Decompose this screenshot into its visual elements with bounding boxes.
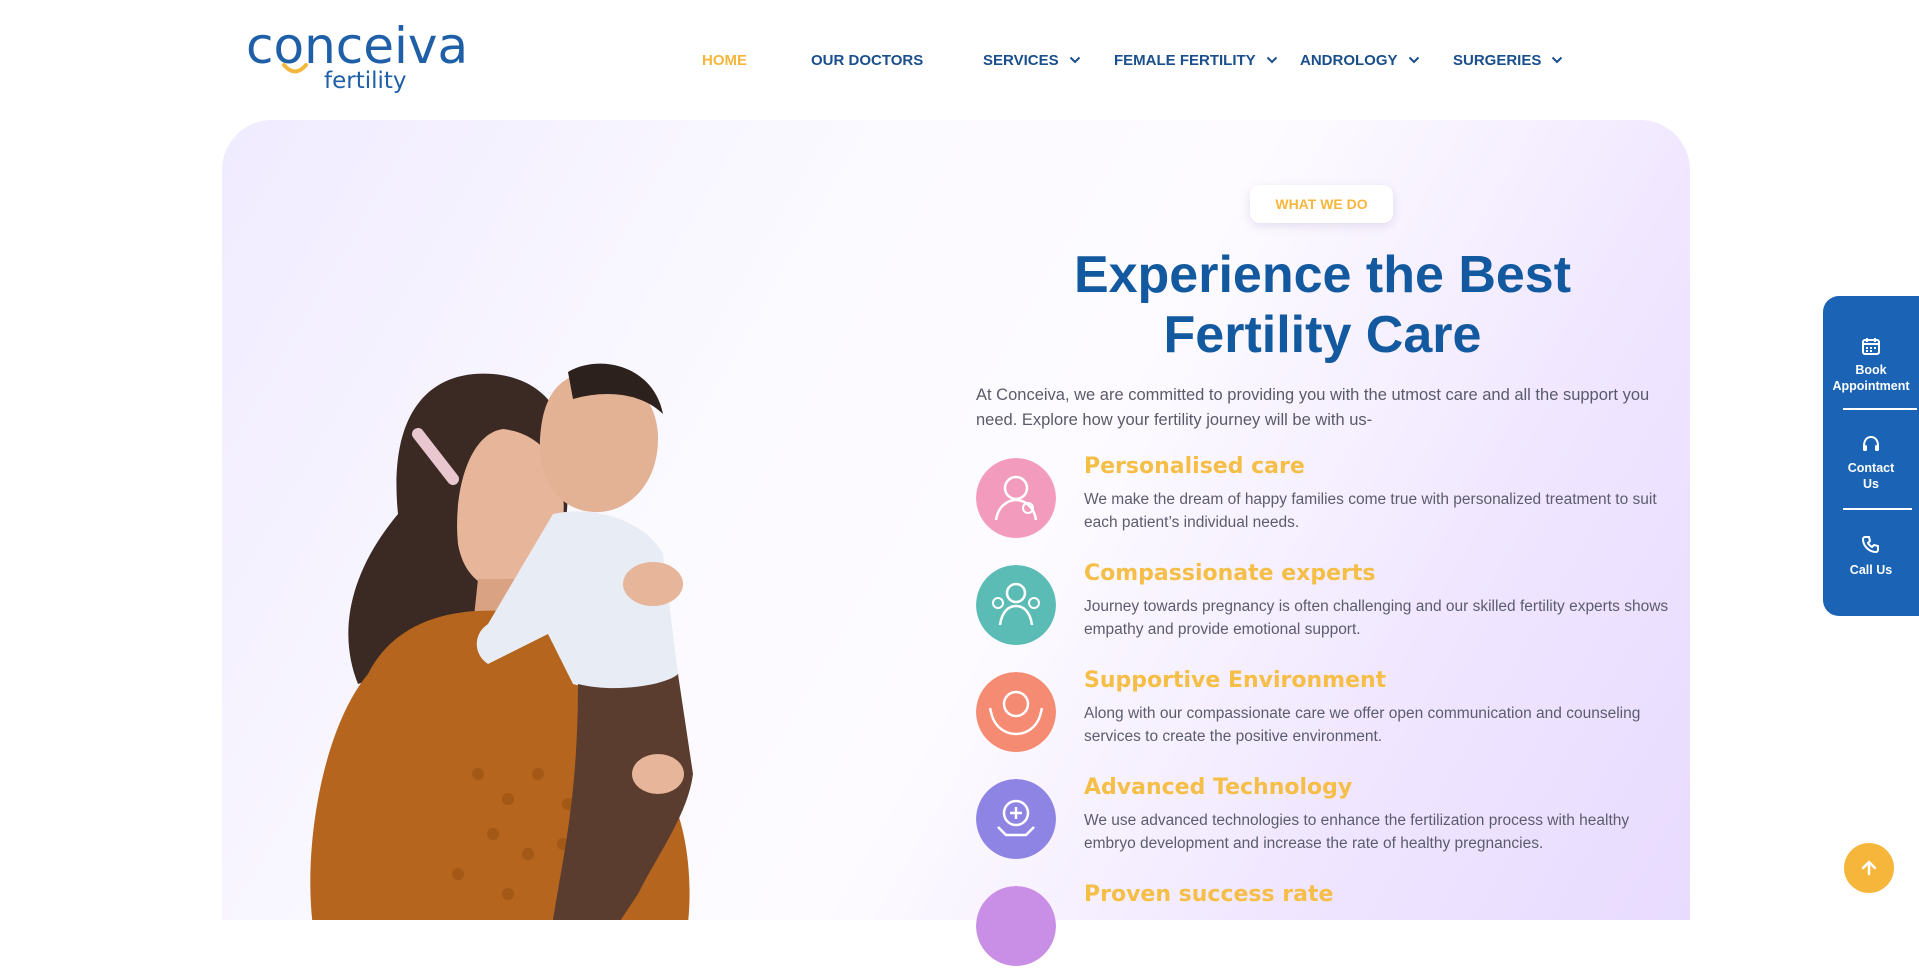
section-intro: At Conceiva, we are committed to providi… (976, 386, 1650, 429)
chevron-down-icon (1552, 56, 1563, 64)
feature-description: Along with our compassionate care we off… (1084, 705, 1641, 745)
headset-icon (1863, 435, 1879, 451)
feature-item: Personalised care We make the dream of h… (976, 454, 1676, 548)
book-appointment-button[interactable]: Book Appointment (1823, 336, 1919, 394)
mother-baby-icon (976, 458, 1056, 538)
nav-services[interactable]: SERVICES (983, 48, 1081, 72)
chevron-down-icon (1266, 56, 1277, 64)
feature-title: Advanced Technology (1084, 775, 1353, 800)
call-us-button[interactable]: Call Us (1823, 534, 1919, 578)
feature-title: Supportive Environment (1084, 668, 1387, 693)
side-panel-tab[interactable] (1912, 460, 1919, 560)
site-header: conceiva fertility HOME OUR DOCTORS SERV… (0, 0, 1919, 118)
nav-female-fertility-label: FEMALE FERTILITY (1114, 51, 1256, 69)
mother-and-baby-photo (310, 363, 693, 920)
nav-home-label: HOME (702, 51, 747, 69)
call-us-label: Call Us (1849, 563, 1893, 577)
feature-item: Advanced Technology We use advanced tech… (976, 775, 1676, 869)
section-title: Experience the Best Fertility Care (960, 245, 1685, 365)
nav-our-doctors[interactable]: OUR DOCTORS (811, 48, 923, 72)
nav-andrology[interactable]: ANDROLOGY (1300, 48, 1420, 72)
caring-hands-icon (976, 672, 1056, 752)
book-appointment-label: Book Appointment (1832, 363, 1910, 393)
feature-item: Supportive Environment Along with our co… (976, 668, 1676, 762)
nav-our-doctors-label: OUR DOCTORS (811, 51, 924, 69)
nav-surgeries-label: SURGERIES (1453, 51, 1542, 69)
doctors-icon (976, 565, 1056, 645)
nav-female-fertility[interactable]: FEMALE FERTILITY (1114, 48, 1278, 72)
calendar-icon (1862, 338, 1880, 355)
title-line-1: Experience the Best (1073, 246, 1572, 304)
nav-surgeries[interactable]: SURGERIES (1453, 48, 1563, 72)
feature-description: We use advanced technologies to enhance … (1084, 812, 1630, 852)
contact-us-label: Contact Us (1847, 461, 1895, 491)
quick-actions-panel: Book Appointment Contact Us Call Us (1823, 296, 1919, 616)
feature-description: Journey towards pregnancy is often chall… (1084, 598, 1669, 638)
divider (1843, 408, 1917, 410)
success-icon (976, 886, 1056, 966)
chevron-down-icon (1069, 56, 1080, 64)
feature-item: Proven success rate (976, 882, 1676, 976)
nav-andrology-label: ANDROLOGY (1300, 51, 1398, 69)
arrow-up-icon (1861, 860, 1877, 876)
nav-home[interactable]: HOME (702, 48, 747, 72)
scroll-to-top-button[interactable] (1844, 843, 1894, 893)
nav-services-label: SERVICES (983, 51, 1059, 69)
main-nav: HOME OUR DOCTORS SERVICES FEMALE FERTILI… (0, 48, 1919, 72)
feature-title: Proven success rate (1084, 882, 1334, 907)
feature-title: Compassionate experts (1084, 561, 1376, 586)
contact-us-button[interactable]: Contact Us (1823, 434, 1919, 492)
feature-item: Compassionate experts Journey towards pr… (976, 561, 1676, 655)
phone-icon (1861, 536, 1879, 554)
title-line-2: Fertility Care (1163, 306, 1482, 364)
feature-description: We make the dream of happy families come… (1084, 491, 1657, 531)
medical-tech-icon (976, 779, 1056, 859)
chevron-down-icon (1408, 56, 1419, 64)
feature-title: Personalised care (1084, 454, 1305, 479)
divider (1843, 508, 1917, 510)
section-badge: WHAT WE DO (1250, 185, 1393, 223)
